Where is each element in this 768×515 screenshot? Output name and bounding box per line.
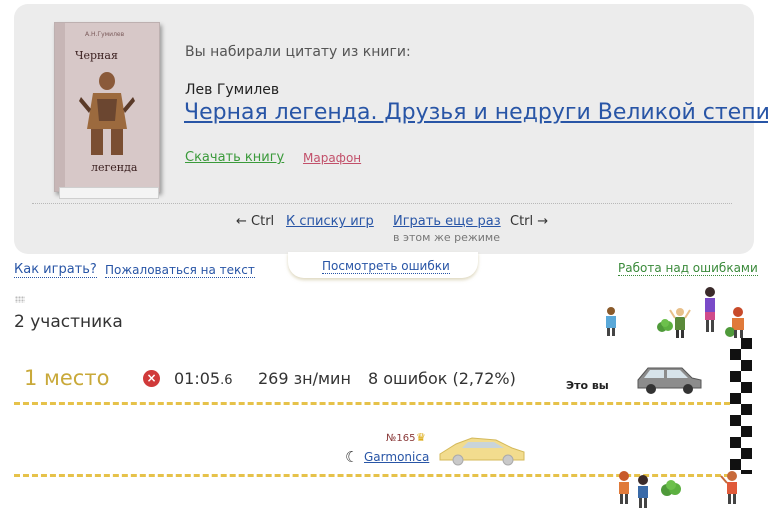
download-book-link[interactable]: Скачать книгу: [185, 150, 284, 165]
warrior-illustration: [79, 72, 135, 155]
finish-line: [730, 338, 752, 474]
back-shortcut: ← Ctrl: [236, 214, 275, 229]
mode-marathon-link[interactable]: Марафон: [303, 151, 361, 165]
typed-from-label: Вы набирали цитату из книги:: [185, 44, 411, 60]
work-on-errors-link[interactable]: Работа над ошибками: [618, 261, 758, 276]
book-spine: [55, 23, 65, 191]
moon-icon: ☾: [345, 448, 359, 466]
book-pages: [59, 187, 159, 199]
bush-icon: [661, 480, 681, 496]
book-cover-title-1: Черная: [75, 49, 118, 62]
view-errors-link[interactable]: Посмотреть ошибки: [322, 259, 450, 274]
opponent-rank: №165: [386, 433, 416, 444]
place-result: 1 место: [24, 366, 110, 390]
drag-handle-icon[interactable]: [15, 296, 25, 303]
play-again-subtitle: в этом же режиме: [393, 231, 500, 244]
back-to-games-link[interactable]: К списку игр: [286, 214, 374, 229]
book-title-link[interactable]: Черная легенда. Друзья и недруги Великой…: [184, 100, 768, 125]
error-x-icon: ×: [143, 370, 160, 387]
spectator-icon: [720, 471, 737, 504]
spectator-icon: [638, 475, 648, 508]
how-to-play-link[interactable]: Как играть?: [14, 262, 97, 278]
book-cover-author: А.Н.Гумилев: [85, 31, 125, 38]
book-cover[interactable]: А.Н.Гумилев Черная легенда: [54, 22, 160, 199]
panel-divider: [32, 203, 732, 204]
book-cover-title-2: легенда: [91, 161, 138, 174]
opponent-name-link[interactable]: Garmonica: [364, 450, 429, 464]
race-time-main: 01:05: [174, 369, 221, 388]
participants-count: 2 участника: [14, 312, 123, 332]
again-shortcut: Ctrl →: [510, 214, 549, 229]
book-author: Лев Гумилев: [185, 82, 280, 98]
you-label: Это вы: [566, 379, 609, 392]
spectator-icon: [725, 307, 744, 338]
typing-speed: 269 зн/мин: [258, 369, 351, 388]
player-lane: [14, 402, 730, 405]
spectator-icon: [619, 471, 629, 504]
spectator-icon: [606, 307, 616, 336]
crown-icon: ♛: [416, 431, 426, 444]
play-again-link[interactable]: Играть еще раз: [393, 214, 501, 229]
spectator-cheering-icon: [669, 308, 691, 338]
opponent-car-icon: [439, 437, 525, 466]
error-count: 8 ошибок (2,72%): [368, 369, 516, 388]
race-time: 01:05.6: [174, 369, 233, 388]
result-panel: А.Н.Гумилев Черная легенда Вы набирали ц…: [14, 4, 768, 254]
complain-link[interactable]: Пожаловаться на текст: [105, 263, 255, 278]
spectator-icon: [705, 287, 715, 332]
race-time-fraction: .6: [220, 373, 233, 388]
player-car-icon: [637, 367, 702, 394]
